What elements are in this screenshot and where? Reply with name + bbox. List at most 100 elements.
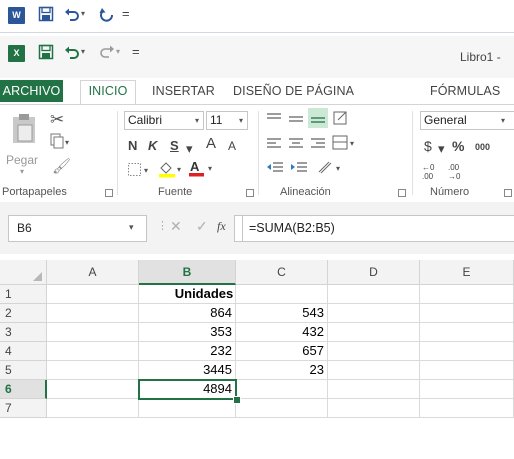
tab-inicio[interactable]: INICIO: [80, 80, 136, 104]
cell-e6[interactable]: [420, 380, 514, 399]
number-format-select[interactable]: General ▾: [420, 111, 514, 130]
undo-icon[interactable]: [64, 44, 80, 65]
number-launcher-icon[interactable]: [504, 189, 512, 197]
middle-align-icon[interactable]: [288, 111, 304, 132]
cell-d7[interactable]: [328, 399, 420, 418]
currency-dropdown-icon[interactable]: ▾: [438, 140, 445, 158]
cell-d2[interactable]: [328, 304, 420, 323]
shrink-font-button[interactable]: A: [228, 137, 236, 155]
cell-e4[interactable]: [420, 342, 514, 361]
paste-dropdown-icon[interactable]: ▾: [20, 167, 24, 176]
paste-icon[interactable]: [10, 113, 40, 150]
row-header-6[interactable]: 6: [0, 380, 47, 399]
column-header-d[interactable]: D: [328, 260, 420, 285]
redo-icon[interactable]: [99, 43, 115, 64]
cell-c6[interactable]: [236, 380, 328, 399]
undo-dropdown-icon[interactable]: ▾: [81, 47, 85, 56]
row-header-5[interactable]: 5: [0, 361, 47, 380]
currency-button[interactable]: $: [424, 137, 432, 155]
font-launcher-icon[interactable]: [246, 189, 254, 197]
font-size-select[interactable]: 11 ▾: [206, 111, 248, 130]
save-icon[interactable]: [38, 6, 54, 27]
text-direction-icon[interactable]: ▾: [316, 159, 346, 180]
copy-icon[interactable]: ▾: [50, 133, 72, 154]
insert-function-icon[interactable]: fx: [217, 219, 226, 234]
cell-b4[interactable]: 232: [139, 342, 236, 361]
tab-insertar[interactable]: INSERTAR: [152, 81, 215, 104]
cell-e3[interactable]: [420, 323, 514, 342]
cell-a7[interactable]: [47, 399, 139, 418]
tab-archivo[interactable]: ARCHIVO: [0, 80, 63, 102]
cell-e2[interactable]: [420, 304, 514, 323]
column-header-a[interactable]: A: [47, 260, 139, 285]
cell-c2[interactable]: 543: [236, 304, 328, 323]
cancel-icon[interactable]: ✕: [170, 218, 182, 235]
cell-c4[interactable]: 657: [236, 342, 328, 361]
thousands-separator-button[interactable]: 000: [475, 138, 490, 156]
save-icon[interactable]: [38, 44, 54, 65]
row-header-1[interactable]: 1: [0, 285, 47, 304]
merge-center-icon[interactable]: ▾: [332, 135, 358, 156]
clipboard-launcher-icon[interactable]: [105, 189, 113, 197]
cell-c3[interactable]: 432: [236, 323, 328, 342]
orientation-icon[interactable]: [332, 109, 352, 132]
font-color-icon[interactable]: A ▾: [188, 159, 216, 182]
tab-formulas[interactable]: FÓRMULAS: [430, 81, 500, 104]
row-header-7[interactable]: 7: [0, 399, 47, 418]
percent-button[interactable]: %: [452, 137, 464, 155]
cell-a6[interactable]: [47, 380, 139, 399]
paste-button[interactable]: Pegar: [6, 153, 38, 167]
row-header-3[interactable]: 3: [0, 323, 47, 342]
cell-c7[interactable]: [236, 399, 328, 418]
customize-qat-icon[interactable]: =: [122, 6, 130, 21]
alignment-launcher-icon[interactable]: [398, 189, 406, 197]
fill-handle[interactable]: [233, 396, 241, 404]
row-header-2[interactable]: 2: [0, 304, 47, 323]
cell-b7[interactable]: [139, 399, 236, 418]
column-header-b[interactable]: B: [139, 260, 236, 285]
decrease-decimal-button[interactable]: .00 →0: [448, 163, 468, 181]
select-all-corner[interactable]: [0, 260, 47, 285]
font-name-select[interactable]: Calibri ▾: [124, 111, 204, 130]
name-box[interactable]: B6 ▾: [8, 215, 147, 242]
enter-icon[interactable]: ✓: [196, 218, 208, 235]
underline-button[interactable]: S: [170, 137, 179, 155]
undo-icon[interactable]: [64, 6, 80, 27]
cell-b3[interactable]: 353: [139, 323, 236, 342]
cell-a4[interactable]: [47, 342, 139, 361]
cell-d1[interactable]: [328, 285, 420, 304]
cell-d5[interactable]: [328, 361, 420, 380]
cell-a1[interactable]: [47, 285, 139, 304]
cut-icon[interactable]: ✂: [50, 110, 64, 130]
cell-d3[interactable]: [328, 323, 420, 342]
fill-color-icon[interactable]: ▾: [158, 160, 184, 183]
cell-a5[interactable]: [47, 361, 139, 380]
borders-icon[interactable]: ▾: [128, 163, 152, 182]
cell-a3[interactable]: [47, 323, 139, 342]
undo-dropdown-icon[interactable]: ▾: [81, 9, 85, 18]
cell-b1[interactable]: Unidades: [139, 285, 236, 304]
cell-e5[interactable]: [420, 361, 514, 380]
increase-indent-icon[interactable]: [290, 161, 308, 180]
cell-e7[interactable]: [420, 399, 514, 418]
top-align-icon[interactable]: [266, 111, 282, 132]
column-header-e[interactable]: E: [420, 260, 514, 285]
increase-decimal-button[interactable]: ←0 .00: [422, 163, 442, 181]
cell-b6[interactable]: 4894: [139, 380, 236, 399]
column-header-c[interactable]: C: [236, 260, 328, 285]
decrease-indent-icon[interactable]: [266, 161, 284, 180]
cell-a2[interactable]: [47, 304, 139, 323]
format-painter-icon[interactable]: 🖌: [52, 157, 71, 175]
align-left-icon[interactable]: [266, 137, 282, 156]
redo-dropdown-icon[interactable]: ▾: [116, 47, 120, 56]
bottom-align-icon[interactable]: [308, 108, 328, 128]
align-right-icon[interactable]: [310, 137, 326, 156]
align-center-icon[interactable]: [288, 137, 304, 156]
customize-qat-icon[interactable]: =: [132, 44, 140, 59]
cell-b5[interactable]: 3445: [139, 361, 236, 380]
chevron-down-icon[interactable]: ▾: [129, 222, 134, 233]
cell-b2[interactable]: 864: [139, 304, 236, 323]
tab-diseno-de-pagina[interactable]: DISEÑO DE PÁGINA: [233, 81, 354, 104]
underline-dropdown-icon[interactable]: ▾: [186, 140, 193, 158]
grow-font-button[interactable]: A: [206, 135, 216, 153]
